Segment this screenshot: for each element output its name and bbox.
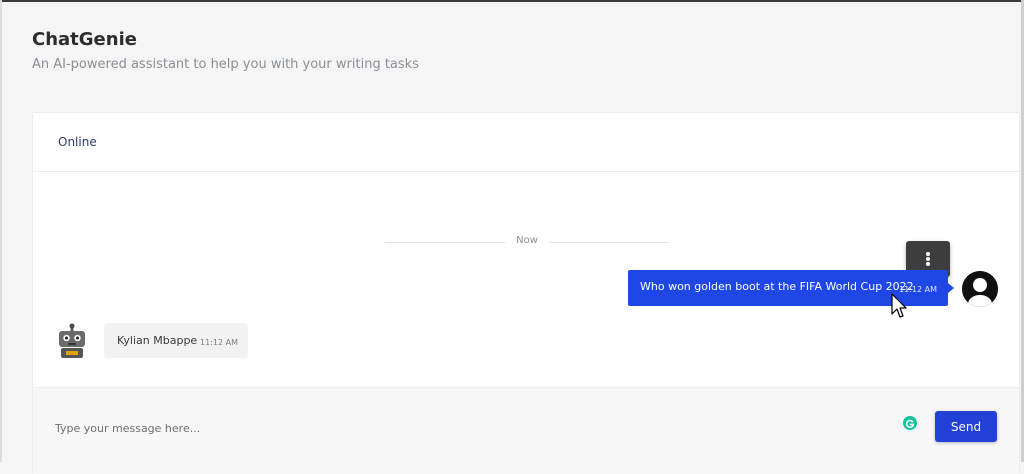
send-button[interactable]: Send	[935, 411, 997, 442]
app-title: ChatGenie	[32, 29, 137, 50]
bot-message-bubble[interactable]: Kylian Mbappe 11:12 AM	[104, 323, 248, 358]
bot-message-time: 11:12 AM	[200, 338, 238, 347]
header-divider	[33, 171, 1019, 172]
window-top-border	[0, 0, 1024, 2]
menu-dot	[926, 252, 930, 256]
mouse-cursor-icon	[891, 293, 907, 319]
separator-line-right	[549, 242, 669, 243]
menu-dot	[926, 257, 930, 261]
robot-icon	[57, 323, 87, 359]
user-avatar-icon	[962, 271, 998, 307]
user-message-text: Who won golden boot at the FIFA World Cu…	[640, 280, 914, 293]
message-composer: Send	[33, 387, 1019, 474]
chat-panel: Online Now Who won golden boot at the FI…	[32, 112, 1020, 474]
app-subtitle: An AI-powered assistant to help you with…	[32, 57, 419, 72]
bot-message-text: Kylian Mbappe	[117, 334, 198, 347]
time-separator: Now	[385, 235, 669, 249]
window-left-edge	[0, 0, 2, 462]
online-status: Online	[58, 135, 97, 149]
message-input[interactable]	[53, 415, 877, 441]
grammarly-icon[interactable]	[903, 416, 917, 430]
separator-label: Now	[516, 235, 538, 246]
menu-dot	[926, 262, 930, 266]
bubble-tail	[948, 283, 954, 293]
